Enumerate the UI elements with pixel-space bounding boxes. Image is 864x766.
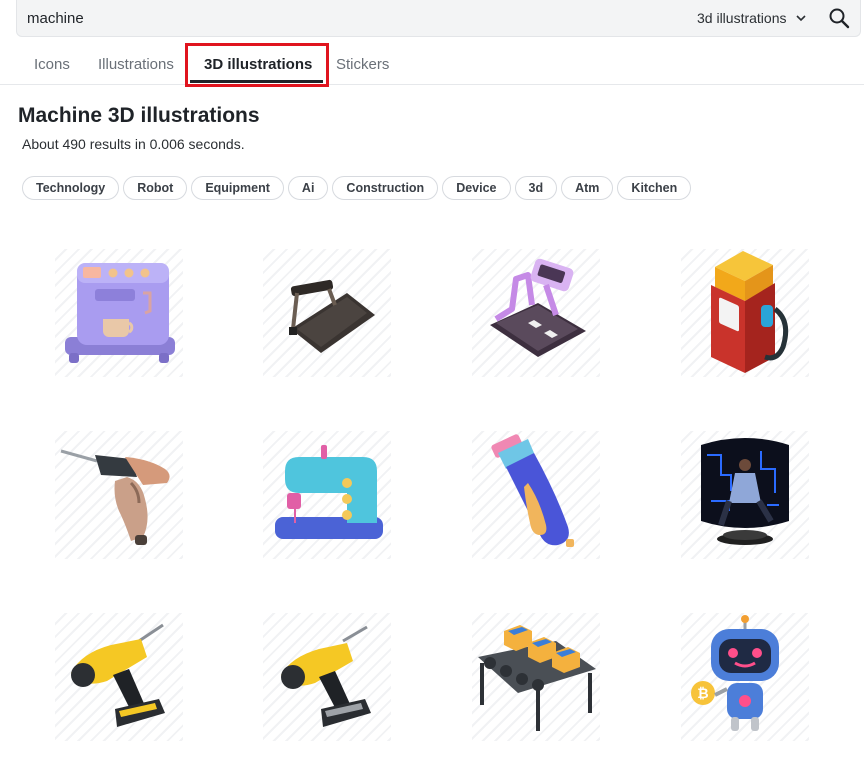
page-title: Machine 3D illustrations [18,104,260,127]
tag-chip-kitchen[interactable]: Kitchen [617,176,692,200]
tab-3d-illustrations[interactable]: 3D illustrations [204,56,312,73]
search-icon[interactable] [827,6,851,30]
tag-chip-construction[interactable]: Construction [332,176,439,200]
purple-treadmill-icon [490,258,586,357]
result-card[interactable] [263,431,391,559]
electric-drill-icon [60,449,170,545]
result-card[interactable] [681,431,809,559]
vr-man-portal-icon [701,438,789,545]
treadmill-icon [289,279,375,353]
result-card[interactable] [55,431,183,559]
search-scope-label: 3d illustrations [697,10,787,26]
tab-icons[interactable]: Icons [34,56,70,73]
result-card[interactable] [55,249,183,377]
tag-chip-atm[interactable]: Atm [561,176,614,200]
result-card[interactable] [55,613,183,741]
result-card[interactable] [472,613,600,741]
tag-chip-technology[interactable]: Technology [22,176,120,200]
search-bar: 3d illustrations [16,0,861,37]
active-tab-underline [190,80,323,83]
svg-text:₿: ₿ [697,686,708,702]
tab-illustrations[interactable]: Illustrations [98,56,174,73]
fuel-pump-icon [711,251,789,373]
cordless-drill-icon [281,625,371,727]
result-card[interactable] [263,249,391,377]
tag-chip-robot[interactable]: Robot [123,176,188,200]
results-count: About 490 results in 0.006 seconds. [22,136,245,152]
search-scope-dropdown[interactable]: 3d illustrations [697,8,807,28]
result-type-tabs: Icons Illustrations 3D illustrations Sti… [0,40,864,85]
coffee-machine-icon [65,263,175,363]
related-tags: Technology Robot Equipment Ai Constructi… [22,176,692,200]
bitcoin-robot-icon: ₿ [691,615,779,731]
tab-stickers[interactable]: Stickers [336,56,389,73]
tag-chip-3d[interactable]: 3d [514,176,558,200]
result-card[interactable] [681,249,809,377]
tag-chip-device[interactable]: Device [442,176,511,200]
cordless-drill-icon [71,623,165,727]
hair-clipper-icon [491,434,574,547]
tag-chip-ai[interactable]: Ai [287,176,329,200]
result-card[interactable] [472,431,600,559]
chevron-down-icon [795,15,806,22]
search-input[interactable] [27,8,587,28]
result-card[interactable]: ₿ [681,613,809,741]
result-card[interactable] [263,613,391,741]
result-card[interactable] [472,249,600,377]
conveyor-belt-boxes-icon [478,625,596,731]
tag-chip-equipment[interactable]: Equipment [191,176,284,200]
sewing-machine-icon [275,445,383,539]
